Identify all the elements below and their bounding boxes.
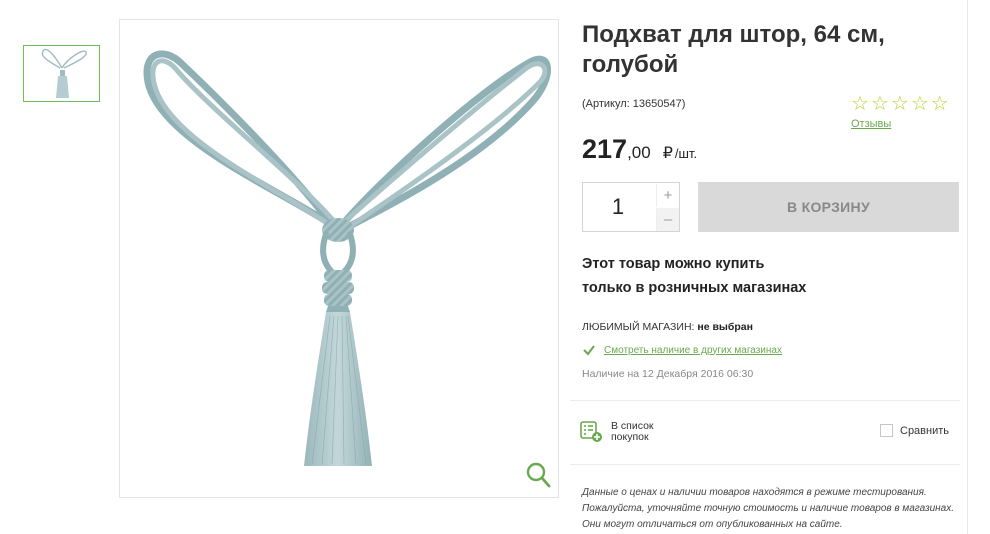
favorite-store-value: не выбран [697, 321, 753, 333]
shopping-list-add-icon [580, 421, 602, 442]
disclaimer-line: Данные о ценах и наличии товаров находят… [582, 487, 927, 498]
compare-toggle[interactable]: Сравнить [880, 424, 949, 437]
star-outline-icon[interactable]: ☆ [911, 94, 929, 114]
product-sku: (Артикул: 13650547) [582, 98, 686, 110]
compare-label: Сравнить [900, 424, 950, 437]
star-outline-icon[interactable]: ☆ [871, 94, 889, 114]
check-availability-row: Смотреть наличие в других магазинах [582, 343, 782, 357]
quantity-stepper: + – [582, 182, 680, 232]
add-to-shopping-list-button[interactable]: В список покупок [580, 421, 671, 443]
price-integer: 217 [582, 134, 628, 164]
price-currency: ₽ [662, 145, 673, 162]
magnifier-icon[interactable] [525, 461, 551, 489]
favorite-store: ЛЮБИМЫЙ МАГАЗИН: не выбран [582, 321, 753, 333]
reviews-link[interactable]: Отзывы [851, 118, 891, 130]
availability-timestamp: Наличие на 12 Декабря 2016 06:30 [582, 368, 754, 380]
product-title: Подхват для штор, 64 см, голубой [582, 21, 885, 78]
shopping-list-label-line: покупок [611, 431, 649, 443]
right-divider [967, 0, 968, 534]
retail-note-line: Этот товар можно купить [582, 256, 765, 272]
retail-note-line: только в розничных магазинах [582, 280, 807, 296]
check-availability-link[interactable]: Смотреть наличие в других магазинах [604, 345, 782, 356]
favorite-store-label: ЛЮБИМЫЙ МАГАЗИН: [582, 321, 695, 333]
product-price: 217 ,00 ₽ /шт. [582, 134, 697, 165]
star-outline-icon[interactable]: ☆ [931, 94, 949, 114]
divider [570, 400, 960, 401]
tassel-thumbnail-image [41, 48, 87, 98]
price-unit: /шт. [674, 146, 698, 161]
tassel-image [143, 50, 551, 466]
star-outline-icon[interactable]: ☆ [851, 94, 869, 114]
quantity-minus-button[interactable]: – [656, 208, 679, 231]
add-to-cart-button[interactable]: В КОРЗИНУ [698, 182, 959, 232]
rating-stars[interactable]: ☆ ☆ ☆ ☆ ☆ [851, 94, 949, 114]
disclaimer-text: Данные о ценах и наличии товаров находят… [582, 485, 967, 533]
quantity-plus-button[interactable]: + [656, 184, 679, 207]
disclaimer-line: Пожалуйста, уточняйте точную стоимость и… [582, 503, 955, 514]
product-thumbnail[interactable] [23, 45, 100, 102]
quantity-input[interactable] [583, 183, 653, 231]
compare-checkbox[interactable] [880, 424, 893, 437]
checkmark-icon [583, 345, 595, 356]
divider [570, 464, 960, 465]
star-outline-icon[interactable]: ☆ [891, 94, 909, 114]
disclaimer-line: Они могут отличаться от опубликованных н… [582, 519, 843, 530]
shopping-list-label: В список покупок [611, 421, 671, 443]
product-image-panel [119, 19, 559, 498]
retail-only-note: Этот товар можно купить только в розничн… [582, 252, 806, 300]
price-decimal: ,00 [627, 143, 651, 162]
